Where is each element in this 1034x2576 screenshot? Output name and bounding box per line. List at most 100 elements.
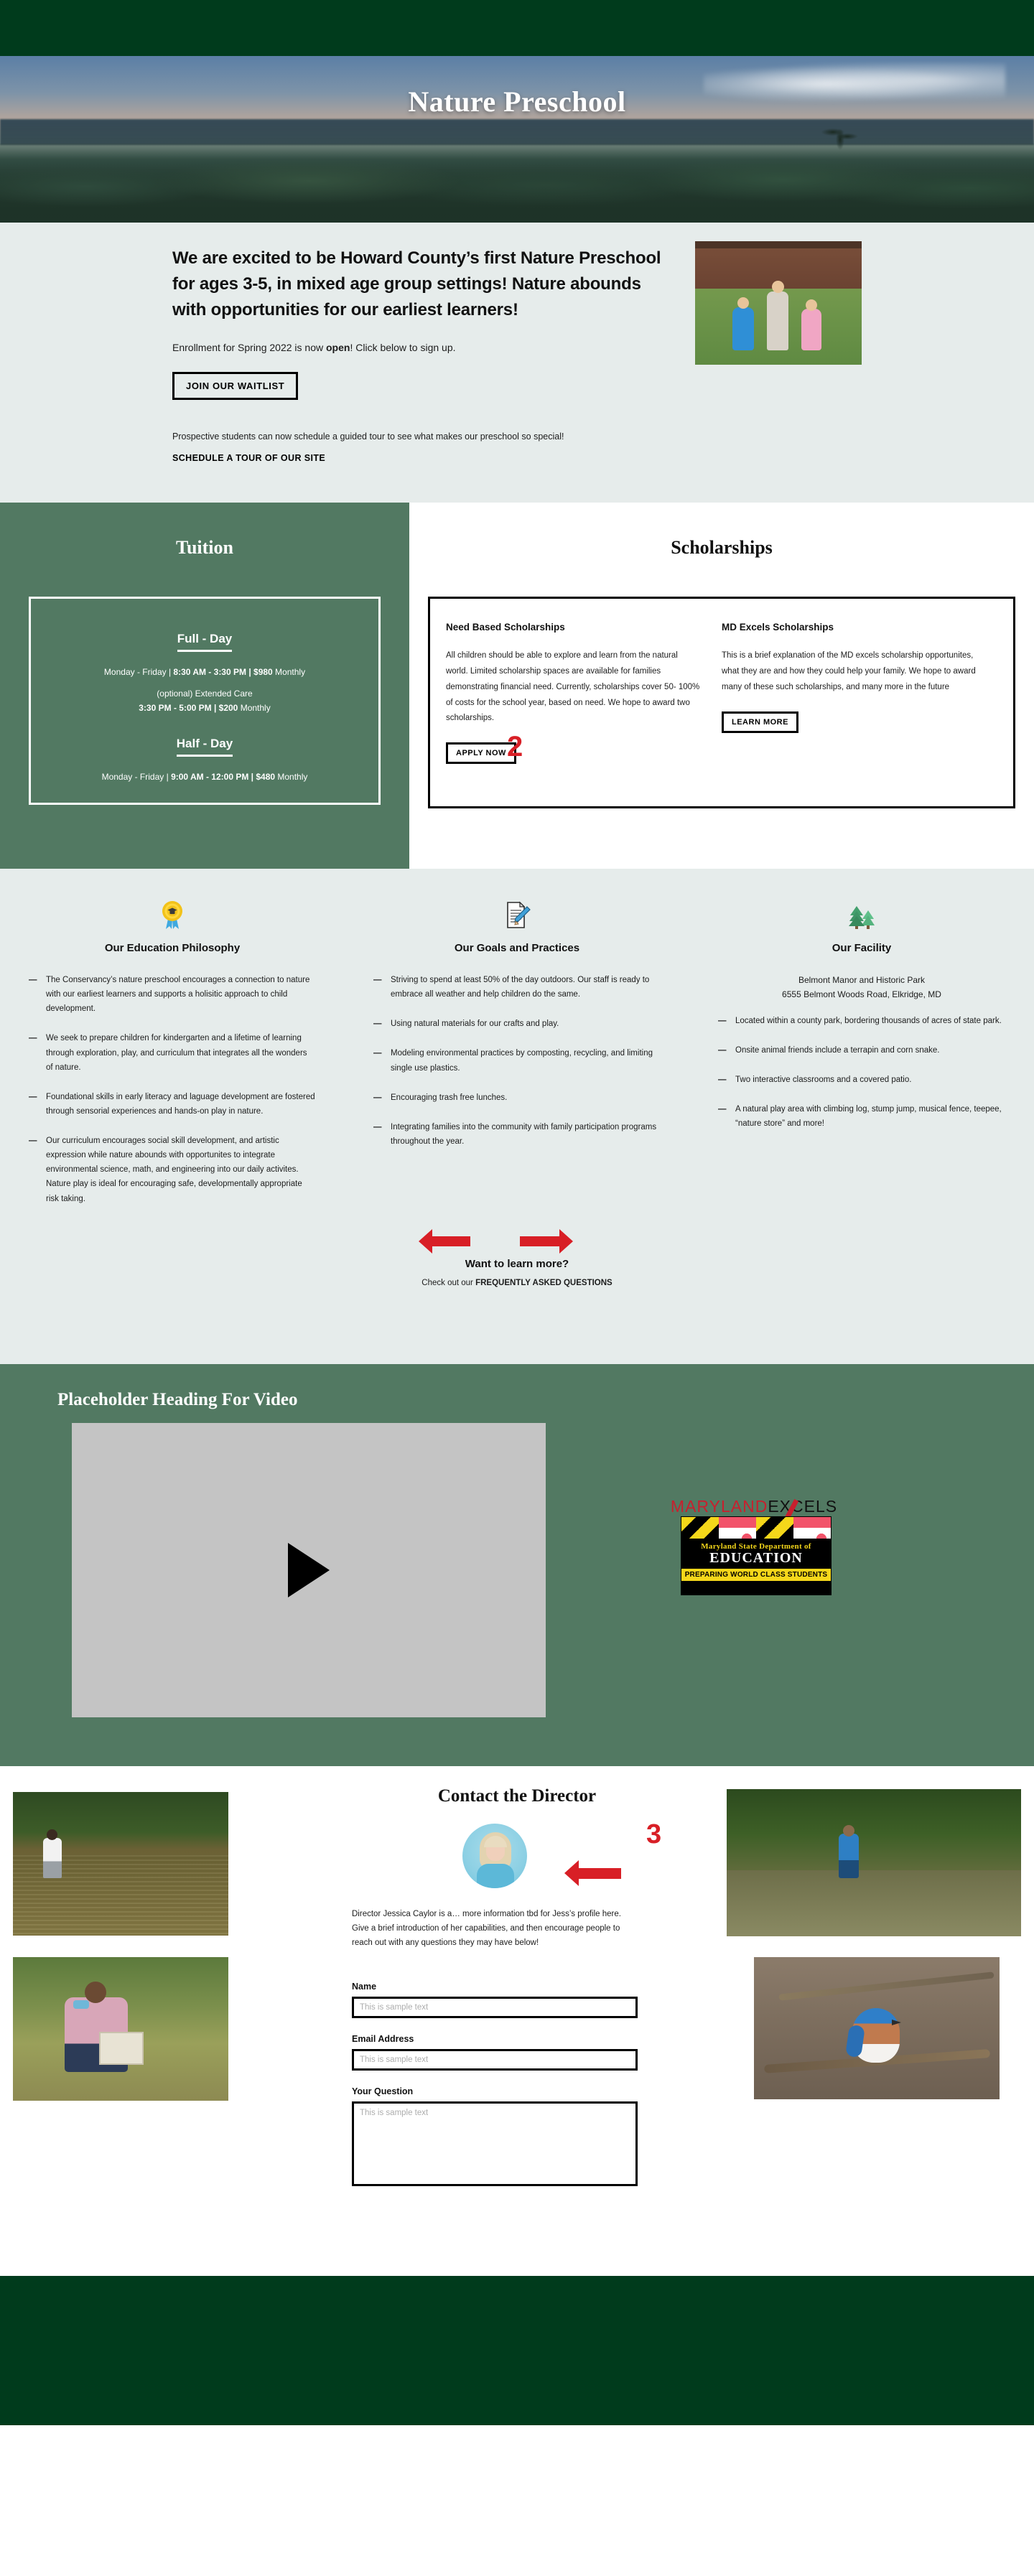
annotation-number-3: 3 bbox=[646, 1819, 662, 1849]
scholarships-panel: Scholarships Need Based Scholarships All… bbox=[409, 503, 1034, 869]
bullet-text: Two interactive classrooms and a covered… bbox=[735, 1075, 912, 1085]
question-textarea[interactable] bbox=[352, 2101, 638, 2186]
column-education-philosophy: Our Education Philosophy — The Conservanc… bbox=[0, 900, 345, 1221]
intro-heading: We are excited to be Howard County’s fir… bbox=[172, 248, 661, 319]
join-waitlist-button[interactable]: JOIN OUR WAITLIST bbox=[172, 372, 299, 400]
bullet-text: Modeling environmental practices by comp… bbox=[391, 1049, 653, 1073]
tuition-scholarships-section: Tuition Full - Day Monday - Friday | 8:3… bbox=[0, 503, 1034, 869]
name-input[interactable] bbox=[352, 1997, 638, 2018]
half-day-time-price: 9:00 AM - 12:00 PM | $480 bbox=[171, 772, 276, 783]
msde-line-3: PREPARING WORLD CLASS STUDENTS bbox=[681, 1569, 831, 1581]
bullet-dash-icon: — bbox=[29, 1137, 37, 1145]
enrollment-prefix: Enrollment for Spring 2022 is now bbox=[172, 342, 326, 353]
bullet-text: Using natural materials for our crafts a… bbox=[391, 1019, 559, 1029]
video-section: Placeholder Heading For Video MARYLANDEX… bbox=[0, 1364, 1034, 1766]
page-footer bbox=[0, 2276, 1034, 2425]
maryland-excels-logo: MARYLANDEXCELS bbox=[646, 1486, 862, 1521]
need-based-title: Need Based Scholarships bbox=[446, 622, 565, 633]
list-item: — Onsite animal friends include a terrapi… bbox=[718, 1043, 1005, 1058]
bullet-text: Foundational skills in early literacy an… bbox=[46, 1092, 315, 1116]
full-day-time-price: 8:30 AM - 3:30 PM | $980 bbox=[173, 667, 273, 677]
extended-care-block: (optional) Extended Care 3:30 PM - 5:00 … bbox=[139, 687, 270, 716]
bullet-dash-icon: — bbox=[29, 1092, 37, 1101]
tuition-details-box: Full - Day Monday - Friday | 8:30 AM - 3… bbox=[29, 597, 381, 805]
tour-description: Prospective students can now schedule a … bbox=[172, 431, 564, 442]
facility-address-line-2: 6555 Belmont Woods Road, Elkridge, MD bbox=[782, 989, 941, 1000]
photo-child-in-stream bbox=[727, 1789, 1021, 1936]
full-day-schedule: Monday - Friday | 8:30 AM - 3:30 PM | $9… bbox=[104, 666, 305, 680]
apply-now-button[interactable]: APPLY NOW bbox=[446, 742, 516, 765]
email-label: Email Address bbox=[352, 2034, 414, 2044]
enrollment-suffix: ! Click below to sign up. bbox=[350, 342, 456, 353]
list-item: — A natural play area with climbing log, … bbox=[718, 1102, 1005, 1131]
bullet-dash-icon: — bbox=[718, 1075, 727, 1085]
list-item: — Foundational skills in early literacy a… bbox=[29, 1090, 316, 1119]
facility-address: Belmont Manor and Historic Park 6555 Bel… bbox=[718, 973, 1005, 1002]
photo-girl-in-river bbox=[13, 1792, 228, 1936]
learn-more-button[interactable]: LEARN MORE bbox=[722, 711, 798, 733]
full-day-title: Full - Day bbox=[177, 632, 233, 652]
maryland-flag-icon bbox=[681, 1517, 831, 1539]
bullet-text: We seek to prepare children for kinderga… bbox=[46, 1034, 307, 1072]
photo-bluebird bbox=[754, 1957, 1000, 2099]
goals-practices-bullets: — Striving to spend at least 50% of the d… bbox=[373, 973, 661, 1149]
list-item: — Modeling environmental practices by com… bbox=[373, 1046, 661, 1075]
bullet-dash-icon: — bbox=[29, 976, 37, 984]
bullet-text: Striving to spend at least 50% of the da… bbox=[391, 976, 650, 999]
msde-line-1: Maryland State Department of bbox=[701, 1542, 811, 1551]
contact-form: Name Email Address Your Question bbox=[352, 1982, 638, 2190]
email-field[interactable] bbox=[352, 2049, 638, 2071]
schedule-tour-link[interactable]: SCHEDULE A TOUR OF OUR SITE bbox=[172, 453, 325, 463]
director-bio: Director Jessica Caylor is a… more infor… bbox=[352, 1910, 621, 1948]
scholarships-title: Scholarships bbox=[671, 537, 773, 558]
bullet-dash-icon: — bbox=[373, 1093, 382, 1102]
msde-line-2: EDUCATION bbox=[709, 1550, 803, 1566]
bullet-text: Our curriculum encourages social skill d… bbox=[46, 1137, 302, 1203]
award-ribbon-icon bbox=[29, 900, 316, 935]
avatar-shirt bbox=[477, 1864, 514, 1888]
facility-address-line-1: Belmont Manor and Historic Park bbox=[798, 975, 926, 985]
faq-prefix: Check out our bbox=[421, 1279, 476, 1287]
faq-line: Check out our FREQUENTLY ASKED QUESTIONS bbox=[0, 1279, 1034, 1287]
play-triangle-icon[interactable] bbox=[288, 1543, 330, 1597]
bullet-text: Encouraging trash free lunches. bbox=[391, 1093, 508, 1102]
msde-logo: Maryland State Department of EDUCATION P… bbox=[681, 1516, 832, 1595]
director-avatar bbox=[462, 1824, 527, 1888]
goals-practices-heading: Our Goals and Practices bbox=[454, 942, 580, 954]
extended-care-time-price: 3:30 PM - 5:00 PM | $200 bbox=[139, 702, 238, 713]
video-player-placeholder[interactable] bbox=[72, 1423, 546, 1717]
hero-top-bar bbox=[0, 0, 1034, 56]
extended-care-label: (optional) Extended Care bbox=[157, 688, 253, 699]
child-blue-coat-figure bbox=[732, 297, 754, 350]
enrollment-open-word: open bbox=[326, 342, 350, 353]
tuition-title: Tuition bbox=[176, 537, 233, 558]
list-item: — Encouraging trash free lunches. bbox=[373, 1091, 661, 1105]
page-title: Nature Preschool bbox=[408, 85, 626, 118]
child-pink-coat-figure bbox=[801, 299, 821, 350]
bullet-dash-icon: — bbox=[718, 1105, 727, 1114]
adult-figure bbox=[767, 281, 788, 350]
maryland-excels-red-text: MARYLAND bbox=[670, 1497, 768, 1516]
md-excels-title: MD Excels Scholarships bbox=[722, 622, 834, 633]
list-item: — We seek to prepare children for kinderg… bbox=[29, 1031, 316, 1074]
bullet-dash-icon: — bbox=[718, 1045, 727, 1055]
list-item: — Striving to spend at least 50% of the d… bbox=[373, 973, 661, 1002]
enrollment-note: Enrollment for Spring 2022 is now open! … bbox=[172, 342, 675, 353]
list-item: — Two interactive classrooms and a covere… bbox=[718, 1073, 1005, 1087]
full-day-monthly: Monthly bbox=[272, 667, 306, 677]
bullet-dash-icon: — bbox=[373, 1049, 382, 1058]
bullet-text: The Conservancy’s nature preschool encou… bbox=[46, 976, 310, 1014]
faq-link[interactable]: FREQUENTLY ASKED QUESTIONS bbox=[475, 1279, 613, 1287]
bullet-dash-icon: — bbox=[373, 976, 382, 984]
learn-more-block: Want to learn more? Check out our FREQUE… bbox=[0, 1228, 1034, 1287]
video-heading: Placeholder Heading For Video bbox=[57, 1390, 298, 1409]
education-philosophy-heading: Our Education Philosophy bbox=[104, 942, 241, 954]
bullet-text: Located within a county park, bordering … bbox=[735, 1016, 1002, 1025]
hero-landscape-photo bbox=[0, 56, 1034, 223]
half-day-schedule: Monday - Friday | 9:00 AM - 12:00 PM | $… bbox=[102, 770, 308, 785]
annotation-number-2: 2 bbox=[507, 731, 523, 762]
education-philosophy-bullets: — The Conservancy’s nature preschool enco… bbox=[29, 973, 316, 1206]
list-item: — Our curriculum encourages social skill … bbox=[29, 1134, 316, 1206]
half-day-title: Half - Day bbox=[176, 737, 233, 757]
learn-more-heading: Want to learn more? bbox=[465, 1258, 569, 1270]
